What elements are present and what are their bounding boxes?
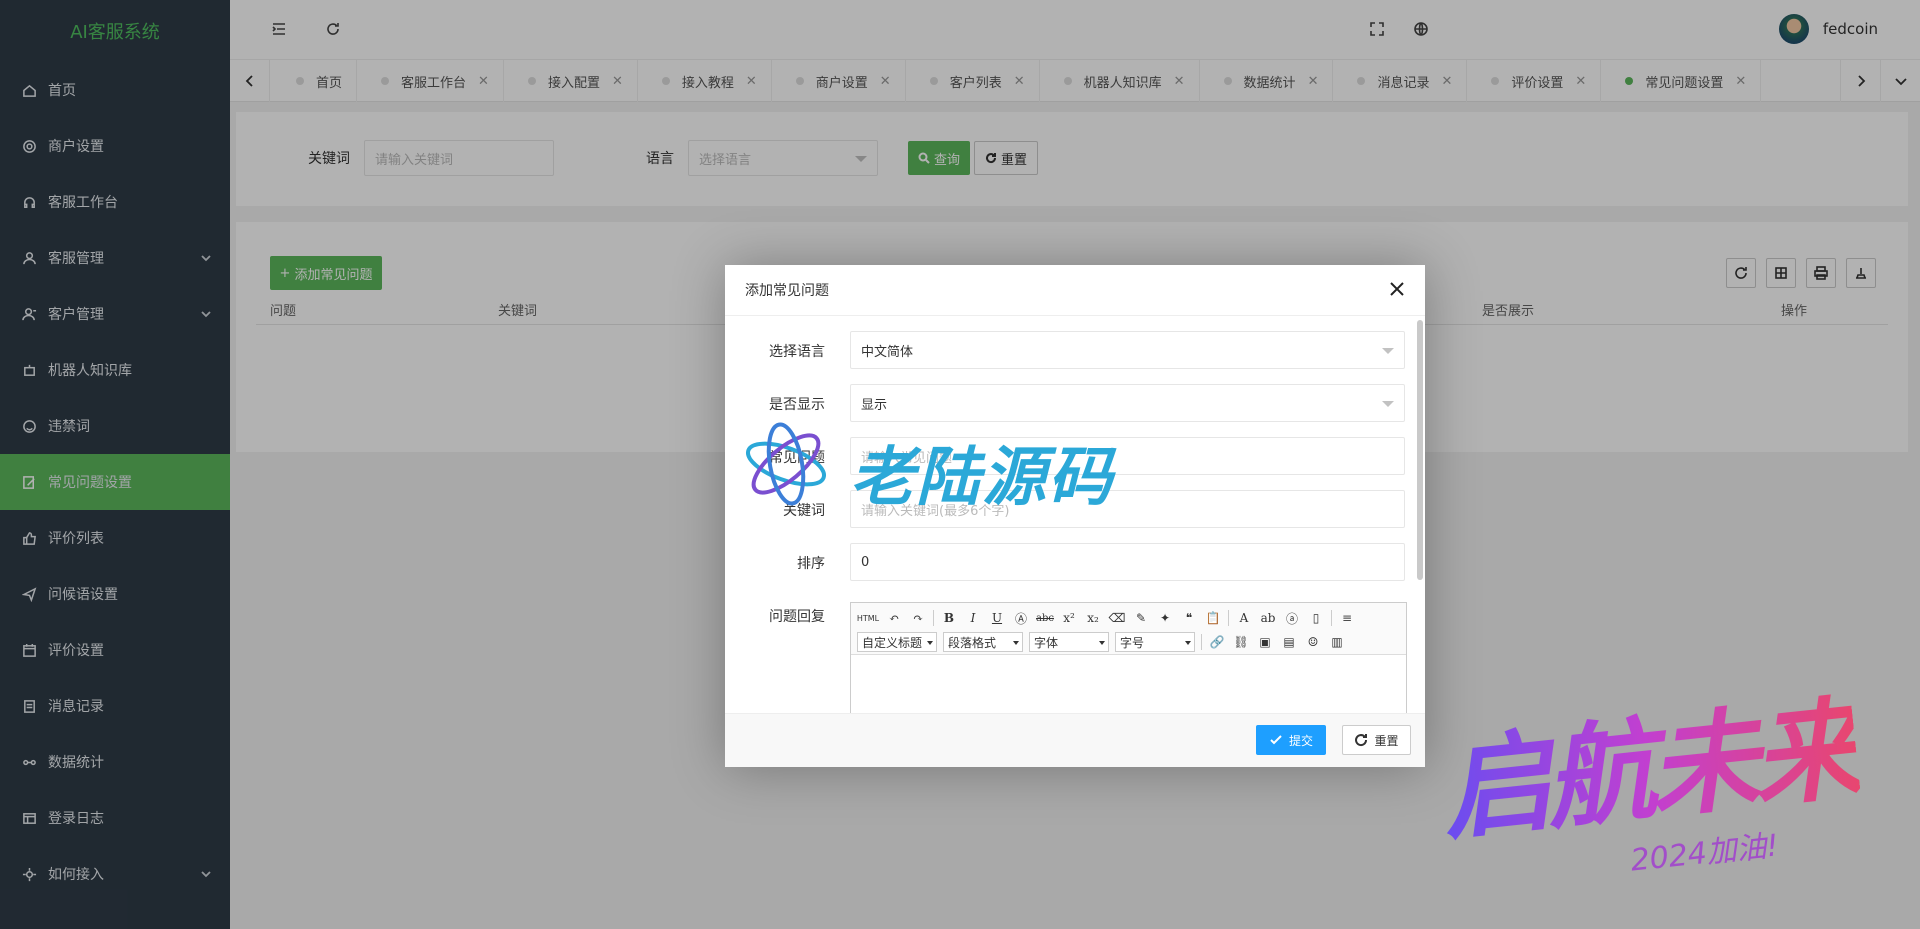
underline-icon[interactable]: U	[988, 609, 1006, 627]
show-field-select[interactable]: 显示	[850, 384, 1405, 422]
font-family-select[interactable]: 字体	[1029, 632, 1109, 652]
video-icon[interactable]: ▥	[1328, 633, 1346, 651]
eraser-icon[interactable]: ⌫	[1108, 609, 1126, 627]
form-row-sort: 排序 0	[725, 543, 1405, 581]
line-height-icon[interactable]: ≡	[1338, 609, 1356, 627]
italic-icon[interactable]: I	[964, 609, 982, 627]
font-border-icon[interactable]: Ⓐ	[1012, 609, 1030, 627]
format-brush-icon[interactable]: ✎	[1132, 609, 1150, 627]
rich-text-editor: HTML ↶ ↷ B I U Ⓐ abc x² x₂ ⌫ ✎ ✦ ❝ 📋 A a…	[850, 602, 1407, 713]
chevron-down-icon	[1382, 348, 1394, 354]
dialog-title: 添加常见问题	[745, 283, 829, 299]
undo-icon[interactable]: ↶	[885, 609, 903, 627]
corner-watermark: 启航未来 2024加油!	[1430, 660, 1910, 910]
show-field-value: 显示	[861, 397, 888, 413]
html-source-icon[interactable]: HTML	[857, 609, 879, 627]
dialog-footer: 提交 重置	[725, 713, 1425, 767]
chevron-down-icon	[1382, 401, 1394, 407]
toolbar-divider	[1228, 610, 1229, 626]
editor-content-area[interactable]	[851, 655, 1406, 713]
language-field-value: 中文简体	[861, 344, 914, 360]
reply-field-label: 问题回复	[769, 609, 825, 625]
check-icon	[1270, 735, 1282, 745]
editor-toolbar: HTML ↶ ↷ B I U Ⓐ abc x² x₂ ⌫ ✎ ✦ ❝ 📋 A a…	[851, 603, 1406, 655]
dialog-header: 添加常见问题	[725, 265, 1425, 316]
form-row-show: 是否显示 显示	[725, 384, 1405, 422]
page-icon[interactable]: ▯	[1307, 609, 1325, 627]
dialog-reset-button[interactable]: 重置	[1342, 725, 1411, 755]
editor-toolbar-row-1: HTML ↶ ↷ B I U Ⓐ abc x² x₂ ⌫ ✎ ✦ ❝ 📋 A a…	[857, 607, 1356, 629]
dialog-reset-button-label: 重置	[1374, 733, 1399, 748]
heading-select[interactable]: 自定义标题	[857, 632, 937, 652]
emoji-icon[interactable]: ☺	[1304, 633, 1322, 651]
redo-icon[interactable]: ↷	[909, 609, 927, 627]
paste-text-icon[interactable]: 📋	[1204, 609, 1222, 627]
bold-icon[interactable]: B	[940, 609, 958, 627]
font-size-select[interactable]: 字号	[1115, 632, 1195, 652]
unlink-icon[interactable]: ⛓	[1232, 633, 1250, 651]
show-field-label: 是否显示	[769, 397, 825, 413]
center-watermark: 老陆源码	[742, 418, 1182, 515]
toolbar-divider	[933, 610, 934, 626]
dialog-scrollbar[interactable]	[1417, 320, 1423, 580]
subscript-icon[interactable]: x₂	[1084, 609, 1102, 627]
toolbar-divider	[1201, 634, 1202, 650]
editor-toolbar-row-2: 自定义标题 段落格式 字体 字号 🔗 ⛓ ▣ ▤ ☺ ▥	[857, 631, 1346, 653]
form-row-language: 选择语言 中文简体	[725, 331, 1405, 369]
close-icon[interactable]	[1389, 281, 1407, 299]
language-field-select[interactable]: 中文简体	[850, 331, 1405, 369]
center-watermark-text: 老陆源码	[850, 441, 1114, 515]
submit-button-label: 提交	[1288, 733, 1313, 748]
link-icon[interactable]: 🔗	[1208, 633, 1226, 651]
sort-input[interactable]: 0	[850, 543, 1405, 581]
sort-field-label: 排序	[797, 556, 825, 572]
font-color-icon[interactable]: A	[1235, 609, 1253, 627]
highlight-icon[interactable]: ab	[1259, 609, 1277, 627]
blockquote-icon[interactable]: ❝	[1180, 609, 1198, 627]
refresh-icon	[1355, 734, 1368, 747]
submit-button[interactable]: 提交	[1256, 725, 1326, 755]
image-icon[interactable]: ▣	[1256, 633, 1274, 651]
text-box-icon[interactable]: ⓐ	[1283, 609, 1301, 627]
strikethrough-icon[interactable]: abc	[1036, 609, 1054, 627]
multi-image-icon[interactable]: ▤	[1280, 633, 1298, 651]
corner-watermark-main: 启航未来	[1433, 659, 1863, 862]
atom-logo-icon	[746, 422, 826, 506]
toolbar-divider	[1331, 610, 1332, 626]
paragraph-select[interactable]: 段落格式	[943, 632, 1023, 652]
language-field-label: 选择语言	[769, 344, 825, 360]
auto-format-icon[interactable]: ✦	[1156, 609, 1174, 627]
superscript-icon[interactable]: x²	[1060, 609, 1078, 627]
